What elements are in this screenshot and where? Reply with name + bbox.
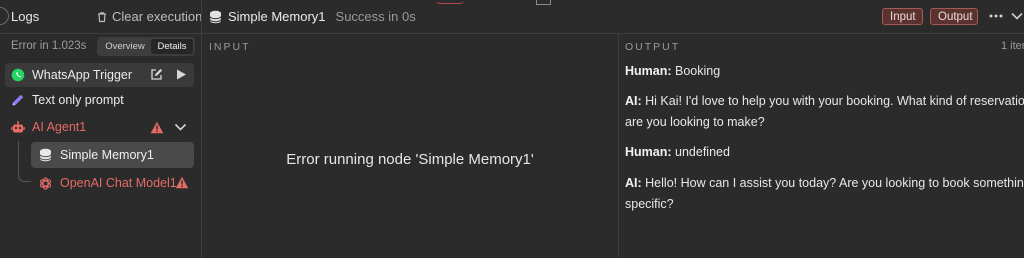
- openai-icon: [39, 176, 52, 190]
- clear-execution-label: Clear execution: [112, 9, 203, 24]
- database-icon: [209, 10, 222, 23]
- tree-connector: [18, 141, 31, 182]
- tree-item-openai-chat-model[interactable]: OpenAI Chat Model1: [31, 174, 194, 192]
- output-button[interactable]: Output: [930, 8, 978, 25]
- item-count: 1 item: [1001, 40, 1024, 52]
- message-text: Hello! How can I assist you today? Are y…: [625, 176, 1024, 211]
- chat-message: AI: Hello! How can I assist you today? A…: [625, 173, 1024, 215]
- tree-item-whatsapp-trigger[interactable]: WhatsApp Trigger: [5, 63, 194, 87]
- tree-item-ai-agent[interactable]: AI Agent1: [11, 120, 196, 134]
- overview-tab[interactable]: Overview: [99, 39, 151, 54]
- node-name: Simple Memory1: [228, 9, 326, 24]
- play-icon[interactable]: [175, 68, 187, 81]
- logs-title: Logs: [11, 9, 40, 24]
- message-speaker: AI:: [625, 94, 642, 108]
- chat-message: Human: undefined: [625, 142, 1024, 163]
- message-speaker: Human:: [625, 145, 672, 159]
- divider: [201, 0, 202, 33]
- robot-icon: [11, 120, 25, 132]
- whatsapp-icon: [11, 68, 25, 82]
- tree-item-simple-memory[interactable]: Simple Memory1: [31, 142, 194, 168]
- chat-message: AI: Hi Kai! I'd love to help you with yo…: [625, 91, 1024, 133]
- message-text: undefined: [675, 145, 730, 159]
- warning-icon: [150, 121, 164, 134]
- chat-message: Human: Booking: [625, 61, 1024, 82]
- warning-icon: [175, 176, 189, 189]
- input-button[interactable]: Input: [882, 8, 923, 25]
- output-panel: OUTPUT 1 item Human: Booking AI: Hi Kai!…: [619, 34, 1024, 258]
- ellipsis-icon[interactable]: [988, 9, 1004, 23]
- logs-sidebar: Error in 1.023s Overview Details WhatsAp…: [0, 34, 202, 258]
- tree-item-label: Text only prompt: [32, 93, 124, 107]
- tree-item-label: AI Agent1: [32, 120, 87, 134]
- tree-item-text-only-prompt[interactable]: Text only prompt: [11, 93, 124, 107]
- execution-time: Error in 1.023s: [11, 40, 87, 52]
- message-text: Booking: [675, 64, 721, 78]
- input-panel: INPUT Error running node 'Simple Memory1…: [202, 34, 619, 258]
- pencil-icon: [12, 94, 24, 106]
- canvas-edge-decoration: [536, 0, 551, 5]
- tree-item-label: OpenAI Chat Model1: [60, 176, 177, 190]
- node-header: Simple Memory1 Success in 0s: [209, 9, 416, 24]
- message-speaker: Human:: [625, 64, 672, 78]
- trash-icon: [98, 11, 106, 22]
- edit-icon[interactable]: [150, 68, 163, 81]
- top-bar: Logs Clear execution Simple Memory1 Succ…: [0, 0, 1024, 34]
- clear-execution-button[interactable]: Clear execution: [96, 9, 202, 24]
- input-panel-label: INPUT: [209, 41, 251, 53]
- error-message: Error running node 'Simple Memory1': [286, 151, 534, 168]
- output-panel-label: OUTPUT: [625, 41, 681, 53]
- node-status: Success in 0s: [335, 9, 416, 24]
- message-text: Hi Kai! I'd love to help you with your b…: [625, 94, 1024, 129]
- panel-toggle-icon[interactable]: [0, 7, 9, 25]
- chevron-down-icon[interactable]: [1010, 10, 1024, 22]
- database-icon: [39, 148, 52, 162]
- tree-item-label: Simple Memory1: [60, 148, 154, 162]
- chevron-down-icon[interactable]: [174, 122, 187, 132]
- view-toggle: Overview Details: [97, 37, 195, 56]
- details-tab[interactable]: Details: [151, 39, 193, 54]
- canvas-edge-decoration: [436, 0, 464, 4]
- message-speaker: AI:: [625, 176, 642, 190]
- tree-item-label: WhatsApp Trigger: [32, 68, 133, 82]
